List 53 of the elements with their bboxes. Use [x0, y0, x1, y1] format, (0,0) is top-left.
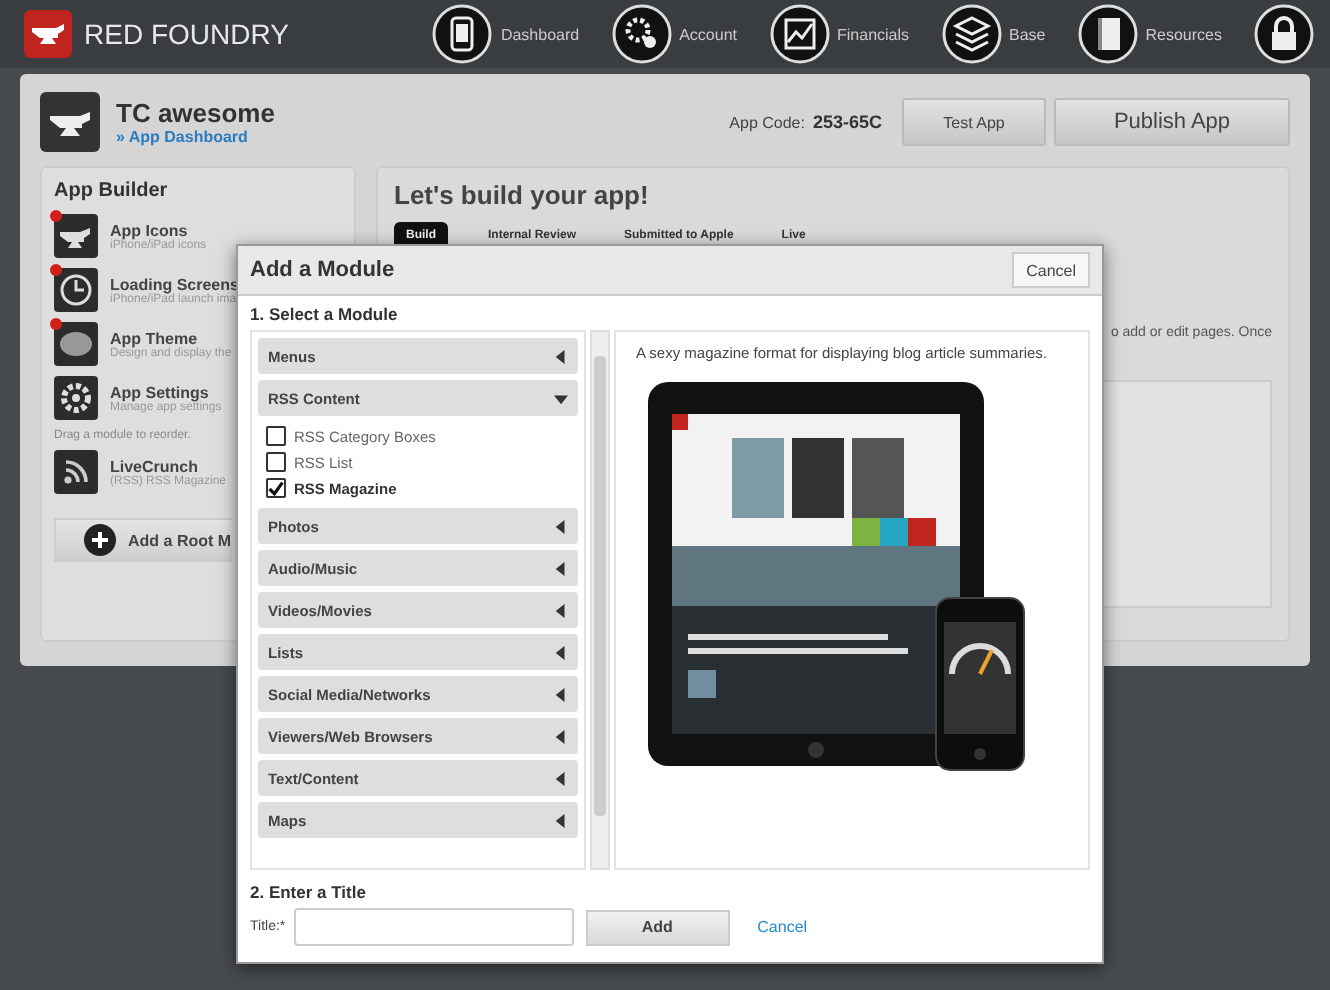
- builder-item-title[interactable]: App Theme: [110, 329, 232, 347]
- dialog-title: Add a Module: [250, 258, 395, 282]
- title-input[interactable]: [293, 908, 574, 946]
- cancel-link[interactable]: Cancel: [757, 918, 808, 936]
- checkbox[interactable]: [266, 478, 286, 498]
- nav-link[interactable]: Account: [611, 4, 737, 64]
- step-heading: 1. Select a Module: [250, 304, 400, 324]
- caret-left-icon: [554, 603, 568, 617]
- caret-left-icon: [554, 813, 568, 827]
- nav-link[interactable]: [1254, 4, 1314, 64]
- app-name: TC awesome: [116, 98, 275, 128]
- builder-item-title[interactable]: Loading Screens: [110, 275, 239, 293]
- anvil-logo-icon: [24, 10, 72, 58]
- nav-link[interactable]: Dashboard: [432, 4, 580, 64]
- caret-left-icon: [554, 687, 568, 701]
- brand-name: RED FOUNDRY: [84, 18, 289, 50]
- app-code-label: App Code:: [729, 113, 805, 131]
- checkbox[interactable]: [266, 426, 286, 446]
- cancel-button[interactable]: Cancel: [1012, 252, 1090, 288]
- caret-left-icon: [554, 349, 568, 363]
- plus-icon: [84, 524, 116, 556]
- nav-link[interactable]: Financials: [769, 4, 910, 64]
- nav-link[interactable]: Resources: [1077, 4, 1222, 64]
- chart-icon: [769, 4, 829, 64]
- caret-left-icon: [554, 729, 568, 743]
- test-button[interactable]: Test App: [902, 98, 1046, 146]
- app-code: 253-65C: [812, 112, 882, 132]
- clock-icon: [54, 268, 98, 312]
- caret-left-icon: [554, 561, 568, 575]
- publish-button[interactable]: Publish App: [1054, 98, 1290, 146]
- panel-title: App Builder: [54, 180, 170, 202]
- caret-left-icon: [554, 771, 568, 785]
- caret-left-icon: [554, 519, 568, 533]
- panel-title: Let's build your app!: [394, 180, 651, 210]
- builder-item-title[interactable]: App Icons: [110, 221, 207, 239]
- scrollbar[interactable]: [590, 330, 610, 870]
- caret-down-icon: [554, 391, 568, 405]
- phone-icon: [432, 4, 493, 64]
- lock-icon: [1254, 4, 1314, 64]
- gears-icon: [611, 4, 672, 64]
- nav-link[interactable]: Base: [941, 4, 1046, 64]
- step-heading: 2. Enter a Title: [250, 882, 368, 902]
- anvil-icon: [54, 214, 98, 258]
- layers-icon: [941, 4, 1002, 64]
- add-root-module-button[interactable]: Add a Root M: [54, 518, 232, 562]
- gear-icon: [54, 376, 98, 420]
- checkbox[interactable]: [266, 452, 286, 472]
- anvil-app-icon: [40, 92, 100, 152]
- builder-item-title[interactable]: App Settings: [110, 383, 222, 401]
- book-icon: [1077, 4, 1138, 64]
- module-title[interactable]: LiveCrunch: [110, 457, 227, 475]
- add-button[interactable]: Add: [585, 909, 730, 945]
- rss-icon: [54, 450, 98, 494]
